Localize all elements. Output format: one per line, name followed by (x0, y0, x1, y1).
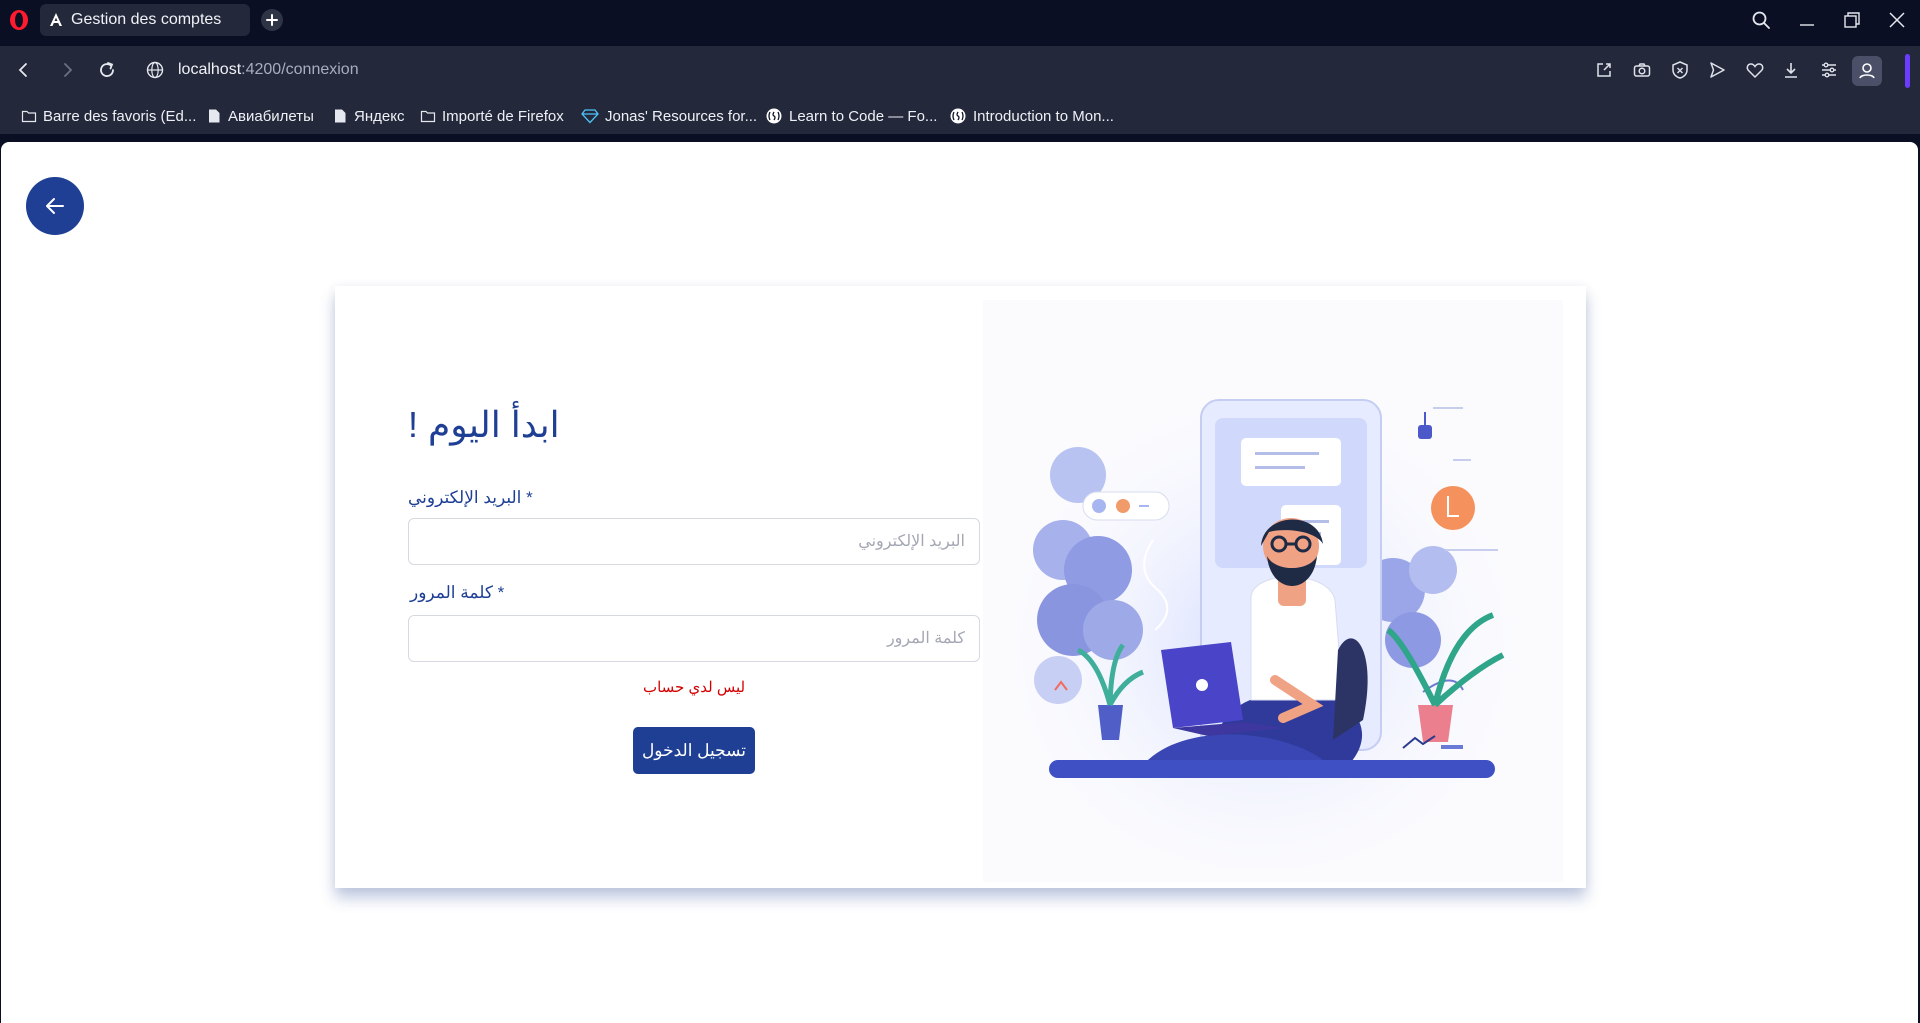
folder-icon (21, 110, 37, 123)
player-icon[interactable] (1707, 60, 1727, 80)
url-field[interactable]: localhost:4200/connexion (178, 61, 359, 79)
reload-icon[interactable] (96, 59, 118, 81)
globe-icon[interactable] (145, 60, 165, 80)
bookmark-label: Авиабилеты (228, 107, 314, 125)
bookmark-label: Barre des favoris (Ed... (43, 107, 197, 125)
close-window-icon[interactable] (1887, 10, 1907, 30)
login-illustration (983, 300, 1563, 882)
password-field[interactable] (408, 615, 980, 662)
bookmarks-bar: Barre des favoris (Ed... Авиабилеты Янде… (0, 96, 1920, 134)
restore-icon[interactable] (1842, 10, 1862, 30)
bookmark-label: Introduction to Mon... (973, 107, 1114, 125)
back-button[interactable] (26, 177, 84, 235)
back-nav-icon[interactable] (12, 59, 34, 81)
url-host: localhost (178, 61, 242, 78)
bookmark-item[interactable]: Barre des favoris (Ed... (21, 106, 196, 126)
address-bar: localhost:4200/connexion (0, 46, 1920, 96)
download-icon[interactable] (1781, 60, 1801, 80)
no-account-link[interactable]: ليس لدي حساب (408, 678, 980, 696)
bookmark-item[interactable]: Importé de Firefox (420, 106, 564, 126)
forward-nav-icon[interactable] (57, 59, 79, 81)
tab-title: Gestion des comptes (71, 11, 222, 28)
bookmark-label: Jonas' Resources for... (605, 107, 758, 125)
arrow-left-icon (46, 198, 64, 214)
tab-active[interactable]: Gestion des comptes (40, 4, 250, 36)
password-label: * كلمة المرور (410, 583, 505, 602)
login-card: ابدأ اليوم ! * البريد الإلكتروني * كلمة … (335, 286, 1586, 888)
sidebar-toggle[interactable] (1905, 54, 1910, 88)
bookmark-item[interactable]: Авиабилеты (206, 106, 314, 126)
easy-setup-icon[interactable] (1819, 60, 1839, 80)
page-icon (209, 109, 220, 123)
user-icon (1859, 63, 1875, 79)
opera-logo-icon[interactable] (8, 9, 30, 31)
new-tab-button[interactable] (261, 9, 283, 31)
login-button[interactable]: تسجيل الدخول (633, 727, 755, 774)
share-icon[interactable] (1594, 60, 1614, 80)
bookmark-label: Importé de Firefox (442, 107, 564, 125)
bookmark-item[interactable]: Яндекс (332, 106, 404, 126)
url-path: :4200/connexion (241, 61, 359, 78)
bookmark-item[interactable]: Introduction to Mon... (949, 106, 1114, 126)
bookmark-label: Яндекс (354, 107, 405, 125)
folder-icon (420, 110, 436, 123)
search-tabs-icon[interactable] (1751, 10, 1771, 30)
email-label: * البريد الإلكتروني (408, 488, 533, 507)
freecodecamp-icon (766, 108, 782, 124)
page-icon (335, 109, 346, 123)
heart-icon[interactable] (1745, 60, 1765, 80)
plus-icon (266, 14, 278, 26)
bookmark-label: Learn to Code — Fo... (789, 107, 938, 125)
freecodecamp-icon (950, 108, 966, 124)
profile-button[interactable] (1852, 56, 1882, 86)
bookmark-item[interactable]: Jonas' Resources for... (581, 106, 757, 126)
bookmark-item[interactable]: Learn to Code — Fo... (765, 106, 937, 126)
page-title: ابدأ اليوم ! (408, 404, 560, 445)
minimize-icon[interactable] (1797, 10, 1817, 30)
page-viewport: ابدأ اليوم ! * البريد الإلكتروني * كلمة … (1, 142, 1918, 1023)
email-field[interactable] (408, 518, 980, 565)
camera-icon[interactable] (1632, 60, 1652, 80)
adblock-shield-icon[interactable] (1670, 60, 1690, 80)
tab-strip: Gestion des comptes (0, 0, 1920, 40)
diamond-icon (581, 109, 599, 124)
angular-icon (50, 13, 62, 26)
